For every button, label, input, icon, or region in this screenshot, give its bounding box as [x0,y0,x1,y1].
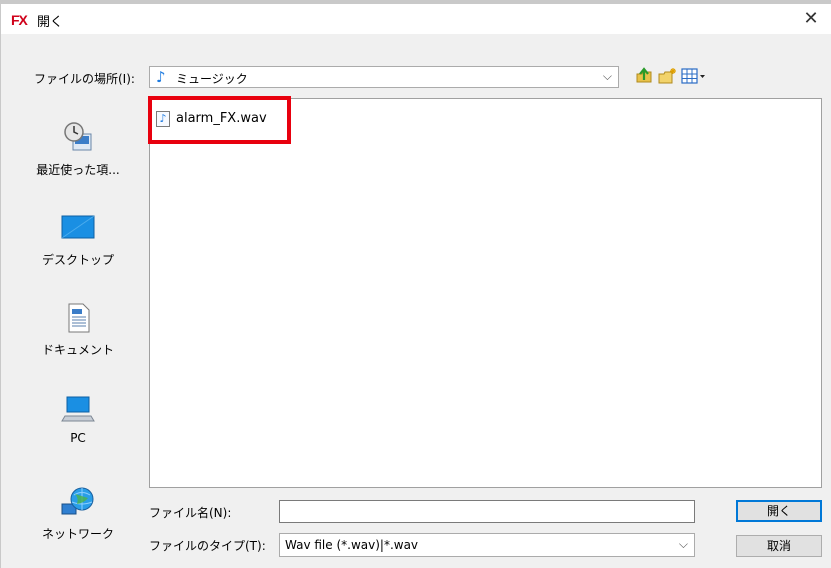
new-folder-icon[interactable] [657,66,677,86]
place-documents[interactable]: ドキュメント [13,302,143,358]
file-list[interactable]: ♪ alarm_FX.wav [149,98,822,488]
place-label: ドキュメント [41,343,114,357]
place-label: ネットワーク [41,527,114,541]
filename-field[interactable] [279,500,695,523]
up-folder-icon[interactable] [634,66,654,86]
filetype-value: Wav file (*.wav)|*.wav [285,538,419,552]
location-label: ファイルの場所(I): [34,72,135,86]
app-icon: FX [11,12,28,28]
place-label: PC [70,431,86,445]
open-button[interactable]: 開く [736,500,822,522]
close-button[interactable]: ✕ [791,4,831,34]
highlight-box [148,96,291,144]
chevron-down-icon: ⌵ [678,537,688,551]
place-pc[interactable]: PC [13,394,143,445]
place-desktop[interactable]: デスクトップ [13,214,143,268]
open-file-dialog: FX 開く ✕ ファイルの場所(I): ♪ ミュージック ⌵ 最近使った項...… [0,0,831,568]
view-menu-icon[interactable] [680,66,708,86]
pc-icon [61,396,95,422]
place-network[interactable]: ネットワーク [13,486,143,542]
places-bar: 最近使った項... デスクトップ ドキュメント PC ネットワーク [13,98,143,568]
documents-icon [68,303,90,333]
recent-places-icon [64,122,92,151]
place-recent[interactable]: 最近使った項... [13,120,143,178]
dialog-title: 開く [37,15,64,30]
place-label: デスクトップ [41,253,114,267]
music-folder-icon: ♪ [156,68,166,86]
filetype-label: ファイルのタイプ(T): [149,539,266,553]
network-icon [61,487,94,515]
location-value: ミュージック [176,72,248,86]
cancel-button[interactable]: 取消 [736,535,822,557]
desktop-icon [61,215,95,239]
location-dropdown[interactable]: ♪ ミュージック ⌵ [149,66,619,88]
title-bar: FX 開く ✕ [1,4,831,34]
filename-label: ファイル名(N): [149,506,232,520]
close-icon: ✕ [803,8,819,29]
place-label: 最近使った項... [36,163,120,177]
filetype-dropdown[interactable]: Wav file (*.wav)|*.wav ⌵ [279,533,695,557]
chevron-down-icon: ⌵ [602,69,612,83]
